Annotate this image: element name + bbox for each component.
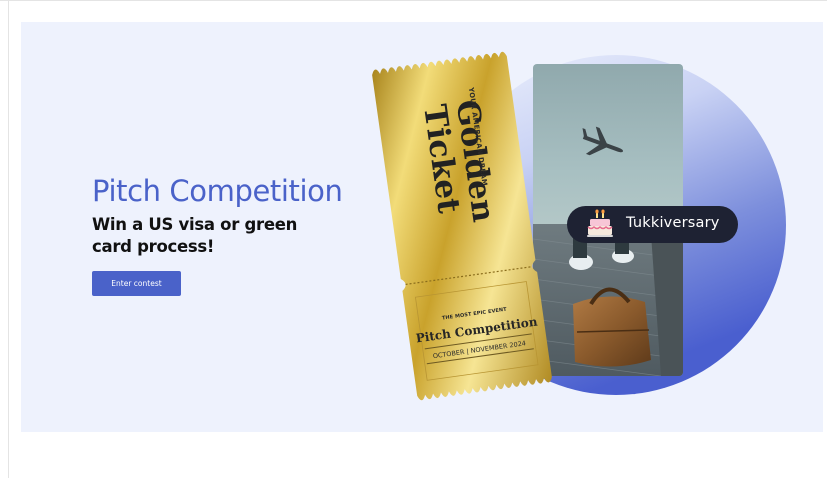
- golden-ticket-title: Golden Ticket: [393, 95, 523, 259]
- page-title: Pitch Competition: [92, 174, 343, 208]
- tukkiversary-badge: Tukkiversary: [567, 206, 738, 243]
- left-divider: [8, 0, 9, 478]
- page-subtitle: Win a US visa or green card process!: [92, 215, 298, 256]
- hero-banner: Pitch Competition Win a US visa or green…: [21, 22, 823, 432]
- enter-contest-button[interactable]: Enter contest: [92, 271, 181, 296]
- airplane-icon: [582, 126, 624, 156]
- birthday-cake-icon: [587, 209, 613, 237]
- badge-label: Tukkiversary: [626, 215, 720, 231]
